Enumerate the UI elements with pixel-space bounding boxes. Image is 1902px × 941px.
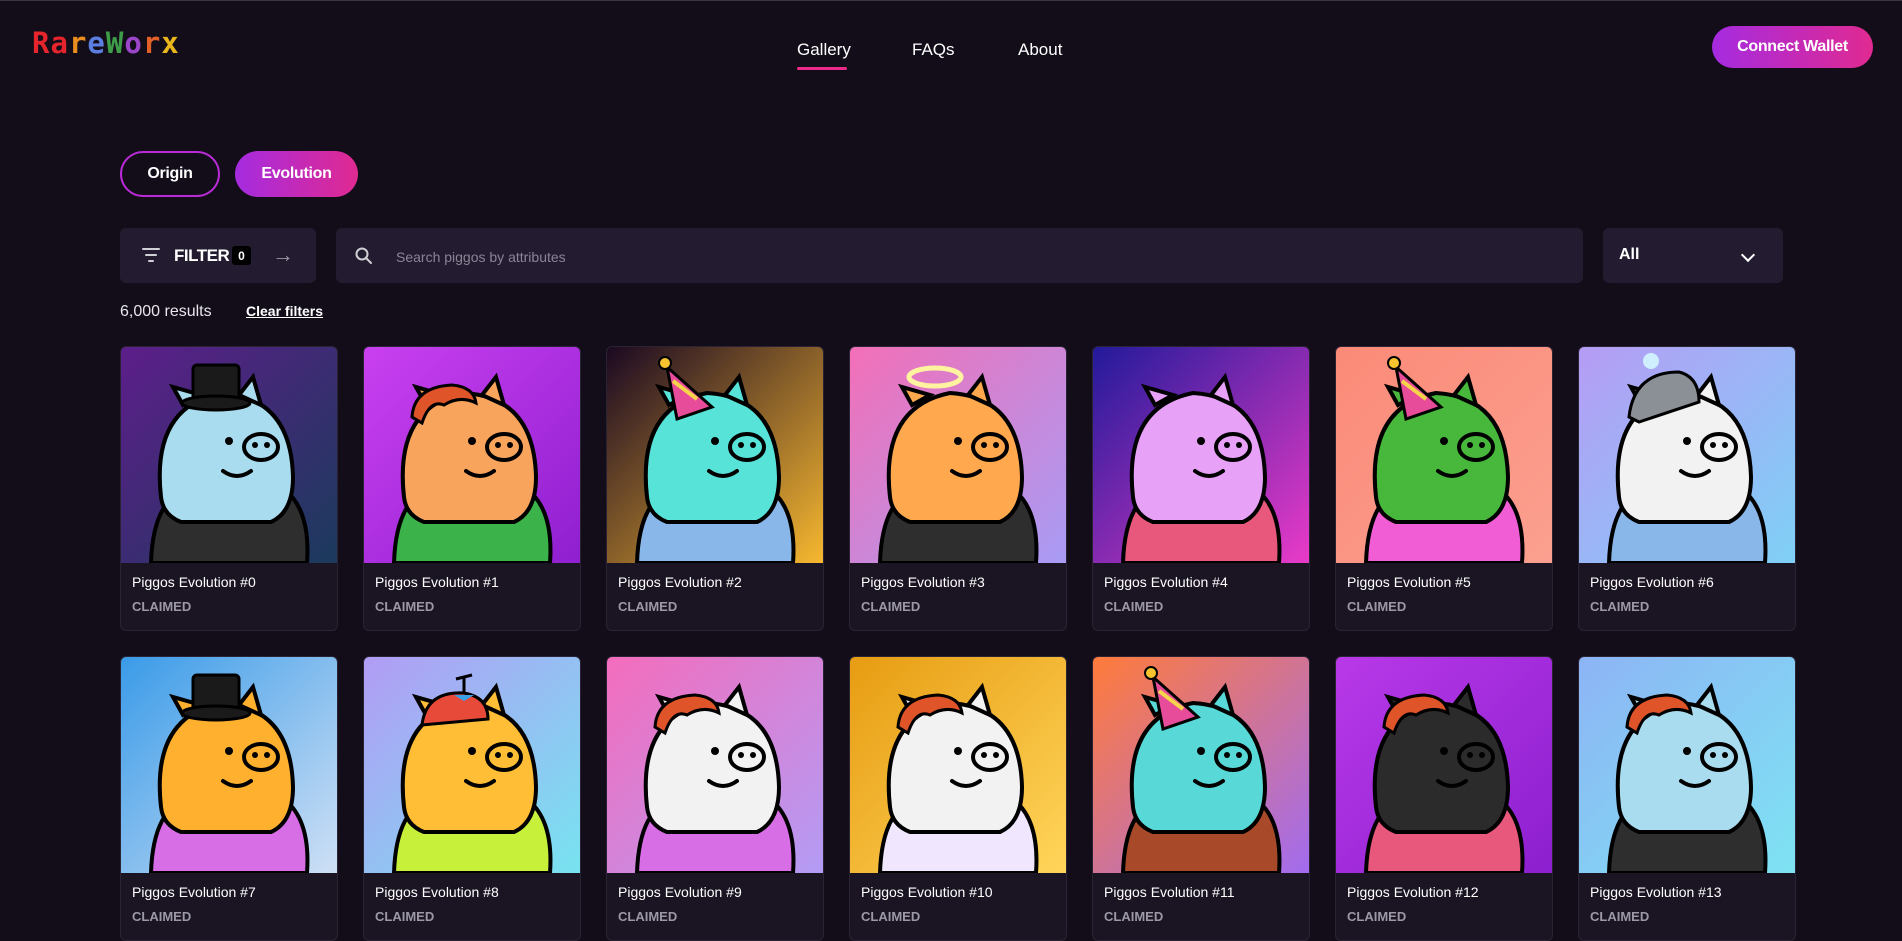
nft-image[interactable] [607,347,823,563]
nft-name: Piggos Evolution #9 [618,884,742,900]
search-bar [336,228,1583,283]
arrow-right-icon: → [272,242,294,267]
nft-name: Piggos Evolution #1 [375,574,499,590]
nft-card[interactable]: Piggos Evolution #0 CLAIMED [120,346,338,631]
nft-image[interactable] [1579,657,1795,873]
nav-about[interactable]: About [1018,40,1062,60]
nft-image[interactable] [1093,657,1309,873]
nft-image[interactable] [364,657,580,873]
nav-active-indicator [797,67,847,70]
nft-status: CLAIMED [375,599,435,614]
filter-button[interactable]: FILTER 0 → [120,228,316,283]
chevron-down-icon [1740,247,1756,263]
nft-card[interactable]: Piggos Evolution #11 CLAIMED [1092,656,1310,941]
nft-status: CLAIMED [1590,909,1650,924]
results-count: 6,000 results [120,303,212,320]
filter-lines-icon [142,248,160,262]
nft-card[interactable]: Piggos Evolution #9 CLAIMED [606,656,824,941]
nft-name: Piggos Evolution #0 [132,574,256,590]
filter-label: FILTER [174,246,230,265]
nft-status: CLAIMED [861,909,921,924]
nft-card[interactable]: Piggos Evolution #3 CLAIMED [849,346,1067,631]
nft-name: Piggos Evolution #6 [1590,574,1714,590]
main-nav: Gallery FAQs About [0,40,1902,70]
nft-status: CLAIMED [618,599,678,614]
nft-card[interactable]: Piggos Evolution #10 CLAIMED [849,656,1067,941]
origin-toggle[interactable]: Origin [120,151,220,197]
nft-status: CLAIMED [1347,599,1407,614]
nft-card[interactable]: Piggos Evolution #12 CLAIMED [1335,656,1553,941]
nft-name: Piggos Evolution #10 [861,884,993,900]
nft-status: CLAIMED [861,599,921,614]
nft-image[interactable] [850,657,1066,873]
nft-image[interactable] [121,657,337,873]
nft-status: CLAIMED [1347,909,1407,924]
nft-card[interactable]: Piggos Evolution #5 CLAIMED [1335,346,1553,631]
nft-card[interactable]: Piggos Evolution #2 CLAIMED [606,346,824,631]
nft-card[interactable]: Piggos Evolution #4 CLAIMED [1092,346,1310,631]
nft-image[interactable] [364,347,580,563]
clear-filters-link[interactable]: Clear filters [246,303,323,319]
nft-image[interactable] [1093,347,1309,563]
nft-status: CLAIMED [1590,599,1650,614]
window-top-border [0,0,1902,1]
nft-card[interactable]: Piggos Evolution #1 CLAIMED [363,346,581,631]
nft-card[interactable]: Piggos Evolution #6 CLAIMED [1578,346,1796,631]
nft-status: CLAIMED [132,909,192,924]
nft-status: CLAIMED [618,909,678,924]
nft-status: CLAIMED [1104,599,1164,614]
status-select[interactable]: All [1603,228,1783,283]
nft-image[interactable] [1336,347,1552,563]
connect-wallet-button[interactable]: Connect Wallet [1712,26,1873,68]
status-select-value: All [1619,246,1640,263]
nft-image[interactable] [850,347,1066,563]
nft-image[interactable] [1336,657,1552,873]
nft-status: CLAIMED [375,909,435,924]
nft-status: CLAIMED [1104,909,1164,924]
nft-name: Piggos Evolution #2 [618,574,742,590]
nft-card[interactable]: Piggos Evolution #7 CLAIMED [120,656,338,941]
evolution-toggle[interactable]: Evolution [235,151,358,197]
nav-faqs[interactable]: FAQs [912,40,955,60]
nft-status: CLAIMED [132,599,192,614]
nft-image[interactable] [121,347,337,563]
nft-image[interactable] [1579,347,1795,563]
nft-name: Piggos Evolution #12 [1347,884,1479,900]
nav-gallery[interactable]: Gallery [797,40,851,60]
nft-card[interactable]: Piggos Evolution #8 CLAIMED [363,656,581,941]
search-input[interactable] [394,242,1548,272]
nft-card[interactable]: Piggos Evolution #13 CLAIMED [1578,656,1796,941]
nft-image[interactable] [607,657,823,873]
nft-name: Piggos Evolution #3 [861,574,985,590]
search-icon [355,247,372,264]
nft-name: Piggos Evolution #8 [375,884,499,900]
nft-name: Piggos Evolution #5 [1347,574,1471,590]
nft-name: Piggos Evolution #13 [1590,884,1722,900]
nft-name: Piggos Evolution #4 [1104,574,1228,590]
nft-name: Piggos Evolution #7 [132,884,256,900]
nft-name: Piggos Evolution #11 [1104,884,1235,900]
filter-count-badge: 0 [232,246,251,265]
